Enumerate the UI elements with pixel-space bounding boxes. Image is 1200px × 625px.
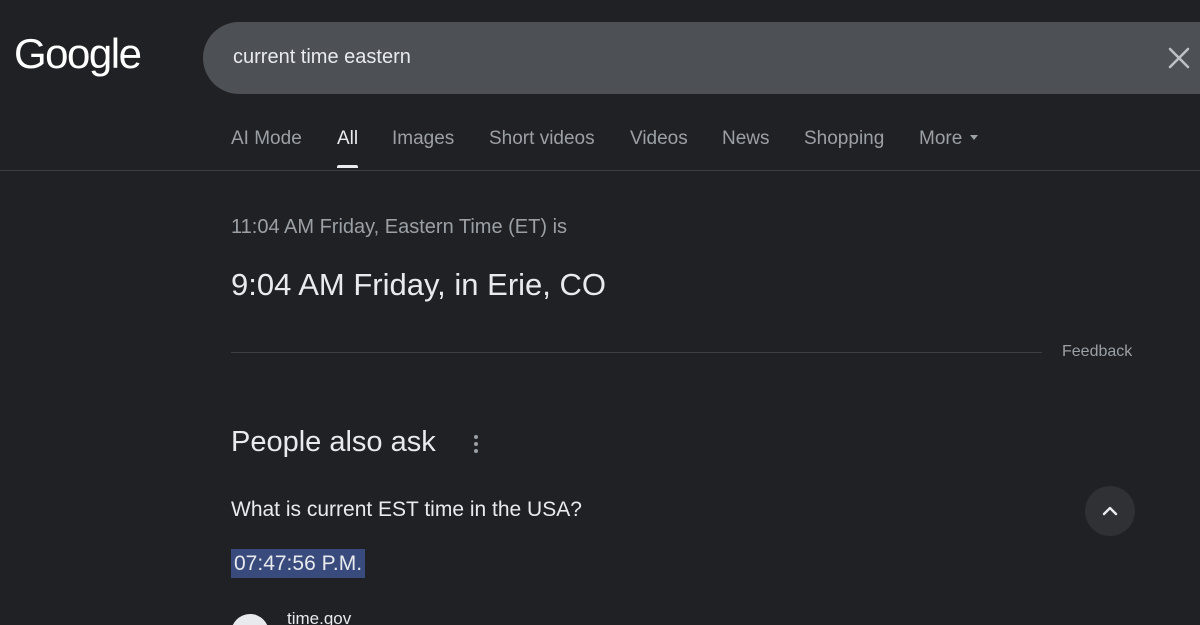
tab-news[interactable]: News: [722, 128, 770, 150]
tab-shopping[interactable]: Shopping: [804, 128, 884, 150]
tab-images[interactable]: Images: [392, 128, 454, 150]
people-also-ask-title: People also ask: [231, 426, 436, 458]
search-input[interactable]: current time eastern: [233, 46, 411, 69]
feedback-link[interactable]: Feedback: [1062, 343, 1132, 361]
caret-down-icon: [970, 135, 979, 141]
tab-all[interactable]: All: [337, 128, 358, 150]
tab-short-videos[interactable]: Short videos: [489, 128, 595, 150]
search-box[interactable]: current time eastern: [203, 22, 1200, 94]
tab-ai-mode[interactable]: AI Mode: [231, 128, 302, 150]
tab-more-label: More: [919, 128, 963, 149]
search-results-page: Google current time eastern AI Mode All …: [0, 0, 1200, 625]
chevron-up-icon: [1102, 506, 1118, 516]
source-time-line: 11:04 AM Friday, Eastern Time (ET) is: [231, 216, 568, 238]
paa-question[interactable]: What is current EST time in the USA?: [231, 498, 582, 522]
source-name[interactable]: time.gov: [287, 609, 351, 625]
google-logo[interactable]: Google: [14, 30, 142, 78]
header-divider: [0, 170, 1200, 171]
tab-more[interactable]: More: [919, 128, 979, 150]
more-vert-icon[interactable]: [466, 433, 486, 457]
result-divider: [231, 352, 1042, 353]
tab-videos[interactable]: Videos: [630, 128, 688, 150]
collapse-question-button[interactable]: [1085, 486, 1135, 536]
source-favicon[interactable]: [231, 614, 269, 625]
active-tab-indicator: [337, 165, 358, 168]
clear-search-button[interactable]: [1161, 40, 1197, 76]
paa-answer: 07:47:56 P.M.: [231, 549, 366, 578]
converted-time-line: 9:04 AM Friday, in Erie, CO: [231, 267, 606, 302]
close-icon: [1168, 47, 1190, 69]
